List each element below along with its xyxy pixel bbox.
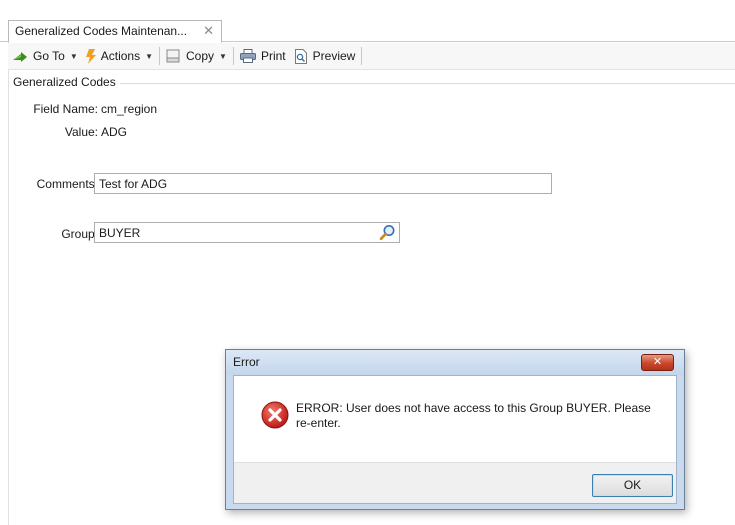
- print-label: Print: [260, 49, 286, 63]
- error-icon: [261, 401, 289, 429]
- preview-icon: [294, 48, 308, 64]
- actions-label: Actions: [100, 49, 141, 63]
- chevron-down-icon: ▼: [69, 51, 78, 61]
- print-button[interactable]: Print: [236, 46, 290, 66]
- toolbar: Go To ▼ Actions ▼ Copy ▼ Print Preview: [8, 43, 735, 70]
- section-divider: [120, 83, 735, 84]
- lightning-icon: [85, 48, 96, 64]
- dialog-footer: OK: [234, 462, 676, 503]
- tab-close-icon[interactable]: ✕: [203, 23, 214, 39]
- copy-label: Copy: [186, 49, 215, 63]
- copy-button[interactable]: Copy ▼: [162, 46, 231, 66]
- goto-label: Go To: [33, 49, 65, 63]
- field-name-label: Field Name:: [33, 102, 98, 116]
- magnifier-icon[interactable]: [379, 224, 396, 241]
- tab-strip: Generalized Codes Maintenan... ✕: [0, 0, 735, 43]
- value-label: Value:: [64, 125, 98, 139]
- group-field[interactable]: BUYER: [94, 222, 400, 243]
- dialog-body: ERROR: User does not have access to this…: [233, 375, 677, 504]
- green-arrow-icon: [12, 51, 28, 62]
- toolbar-separator: [361, 47, 363, 65]
- goto-button[interactable]: Go To ▼: [8, 46, 82, 66]
- copy-icon: [166, 49, 181, 63]
- dialog-message-area: ERROR: User does not have access to this…: [234, 376, 676, 462]
- tab-title: Generalized Codes Maintenan...: [15, 24, 188, 38]
- printer-icon: [239, 49, 256, 63]
- dialog-close-button[interactable]: ✕: [641, 354, 674, 371]
- actions-button[interactable]: Actions ▼: [82, 46, 157, 66]
- group-value: BUYER: [99, 226, 141, 240]
- dialog-title: Error: [233, 355, 260, 369]
- tab-generalized-codes[interactable]: Generalized Codes Maintenan... ✕: [8, 20, 222, 43]
- error-dialog: Error ✕ ERROR: User does not have access…: [225, 349, 685, 510]
- comments-value: Test for ADG: [99, 177, 168, 191]
- section-title: Generalized Codes: [13, 75, 116, 89]
- error-message: ERROR: User does not have access to this…: [296, 401, 651, 430]
- chevron-down-icon: ▼: [145, 51, 154, 61]
- preview-label: Preview: [312, 49, 356, 63]
- ok-button[interactable]: OK: [592, 474, 673, 497]
- comments-field[interactable]: Test for ADG: [94, 173, 552, 194]
- chevron-down-icon: ▼: [219, 51, 227, 61]
- close-icon: ✕: [652, 356, 663, 368]
- field-name-value: cm_region: [101, 102, 158, 116]
- value-value: ADG: [101, 125, 128, 139]
- toolbar-separator: [232, 47, 234, 65]
- comments-label: Comments:: [36, 177, 98, 191]
- preview-button[interactable]: Preview: [290, 46, 360, 66]
- group-label: Group:: [61, 227, 98, 241]
- dialog-titlebar[interactable]: Error ✕: [226, 350, 684, 375]
- toolbar-separator: [159, 47, 161, 65]
